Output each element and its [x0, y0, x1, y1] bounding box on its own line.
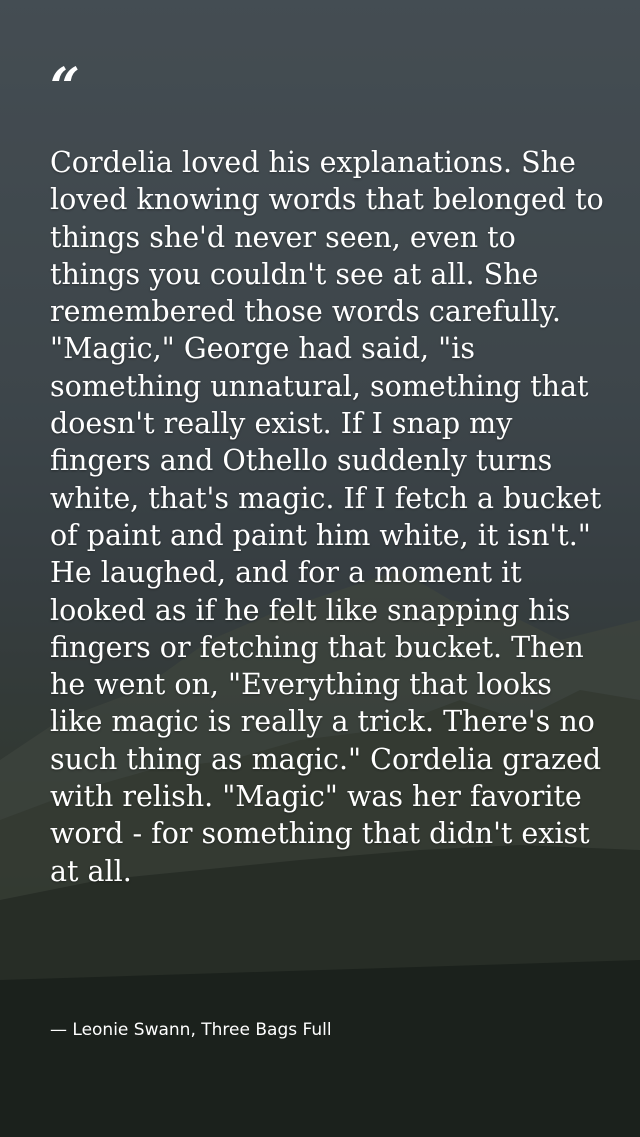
quote-text: Cordelia loved his explanations. She lov… [50, 146, 604, 888]
quote-attribution: — Leonie Swann, Three Bags Full [50, 1020, 332, 1040]
open-quote-icon: “ [50, 57, 80, 118]
